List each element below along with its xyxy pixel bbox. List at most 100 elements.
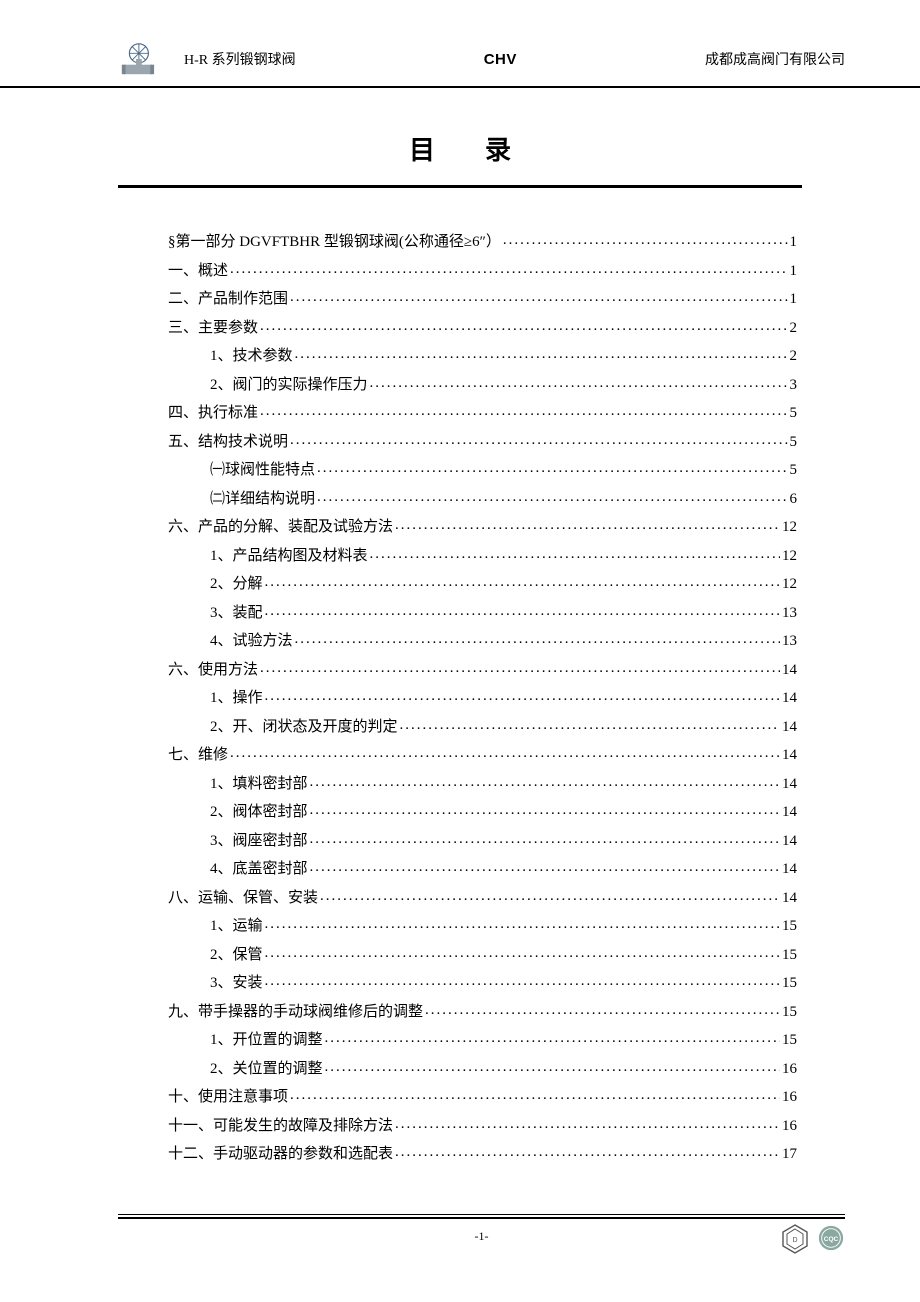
toc-page-number: 1 bbox=[790, 285, 798, 314]
svg-text:CQC: CQC bbox=[824, 1236, 839, 1243]
toc-leader-dots bbox=[310, 768, 780, 797]
toc-leader-dots bbox=[295, 340, 788, 369]
toc-label: 九、带手操器的手动球阀维修后的调整 bbox=[168, 998, 423, 1027]
toc-label: 六、产品的分解、装配及试验方法 bbox=[168, 513, 393, 542]
toc-label: 十、使用注意事项 bbox=[168, 1083, 288, 1112]
toc-entry: 3、安装15 bbox=[210, 969, 797, 998]
toc-entry: 八、运输、保管、安装 14 bbox=[168, 884, 797, 913]
toc-label: 2、阀门的实际操作压力 bbox=[210, 371, 368, 400]
toc-leader-dots bbox=[425, 996, 780, 1025]
toc-page-number: 15 bbox=[782, 1026, 797, 1055]
toc-label: 3、阀座密封部 bbox=[210, 827, 308, 856]
toc-page-number: 1 bbox=[790, 228, 798, 257]
toc-label: 六、使用方法 bbox=[168, 656, 258, 685]
toc-label: 2、阀体密封部 bbox=[210, 798, 308, 827]
toc-label: 1、运输 bbox=[210, 912, 263, 941]
toc-label: 一、概述 bbox=[168, 257, 228, 286]
toc-entry: 4、试验方法13 bbox=[210, 627, 797, 656]
toc-label: 1、开位置的调整 bbox=[210, 1026, 323, 1055]
toc-page-number: 5 bbox=[790, 456, 798, 485]
toc-label: 1、操作 bbox=[210, 684, 263, 713]
toc-page-number: 15 bbox=[782, 998, 797, 1027]
toc-page-number: 16 bbox=[782, 1112, 797, 1141]
toc-page-number: 12 bbox=[782, 570, 797, 599]
toc-label: 十一、可能发生的故障及排除方法 bbox=[168, 1112, 393, 1141]
toc-entry: 九、带手操器的手动球阀维修后的调整 15 bbox=[168, 998, 797, 1027]
toc-page-number: 13 bbox=[782, 627, 797, 656]
toc-page-number: 15 bbox=[782, 941, 797, 970]
toc-entry: §第一部分 DGVFTBHR 型锻钢球阀(公称通径≥6″）1 bbox=[168, 228, 797, 257]
toc-page-number: 2 bbox=[790, 342, 798, 371]
brand-name: CHV bbox=[484, 51, 517, 68]
toc-entry: ㈡详细结构说明6 bbox=[210, 485, 797, 514]
toc-label: 2、关位置的调整 bbox=[210, 1055, 323, 1084]
toc-page-number: 17 bbox=[782, 1140, 797, 1169]
toc-leader-dots bbox=[290, 283, 787, 312]
toc-leader-dots bbox=[230, 739, 780, 768]
toc-label: 三、主要参数 bbox=[168, 314, 258, 343]
table-of-contents: §第一部分 DGVFTBHR 型锻钢球阀(公称通径≥6″）1一、概述 1 二、产品制… bbox=[0, 188, 920, 1169]
toc-entry: 1、产品结构图及材料表12 bbox=[210, 542, 797, 571]
toc-leader-dots bbox=[503, 226, 788, 255]
page-header: H-R 系列锻钢球阀 CHV 成都成高阀门有限公司 bbox=[0, 0, 920, 88]
svg-text:D: D bbox=[792, 1237, 797, 1244]
toc-label: 八、运输、保管、安装 bbox=[168, 884, 318, 913]
toc-page-number: 14 bbox=[782, 713, 797, 742]
toc-label: 七、维修 bbox=[168, 741, 228, 770]
toc-entry: 2、分解 12 bbox=[210, 570, 797, 599]
toc-leader-dots bbox=[395, 511, 780, 540]
header-rule bbox=[118, 87, 845, 88]
toc-page-number: 14 bbox=[782, 656, 797, 685]
toc-leader-dots bbox=[310, 853, 780, 882]
toc-entry: 七、维修 14 bbox=[168, 741, 797, 770]
toc-leader-dots bbox=[260, 654, 780, 683]
toc-page-number: 15 bbox=[782, 969, 797, 998]
toc-label: 3、装配 bbox=[210, 599, 263, 628]
toc-entry: 一、概述 1 bbox=[168, 257, 797, 286]
toc-page-number: 14 bbox=[782, 884, 797, 913]
company-name: 成都成高阀门有限公司 bbox=[705, 49, 845, 69]
toc-entry: 1、技术参数 2 bbox=[210, 342, 797, 371]
toc-page-number: 14 bbox=[782, 741, 797, 770]
valve-handwheel-icon bbox=[118, 40, 156, 78]
toc-page-number: 12 bbox=[782, 542, 797, 571]
toc-leader-dots bbox=[310, 825, 780, 854]
toc-leader-dots bbox=[265, 568, 780, 597]
cqc-cert-icon: CQC bbox=[817, 1224, 845, 1254]
toc-page-number: 1 bbox=[790, 257, 798, 286]
toc-page-number: 5 bbox=[790, 399, 798, 428]
toc-leader-dots bbox=[370, 369, 788, 398]
toc-leader-dots bbox=[265, 967, 780, 996]
toc-leader-dots bbox=[290, 1081, 780, 1110]
toc-page-number: 15 bbox=[782, 912, 797, 941]
toc-entry: ㈠球阀性能特点 5 bbox=[210, 456, 797, 485]
toc-entry: 4、底盖密封部14 bbox=[210, 855, 797, 884]
page-title: 目录 bbox=[50, 130, 920, 167]
toc-label: 五、结构技术说明 bbox=[168, 428, 288, 457]
toc-leader-dots bbox=[265, 597, 780, 626]
toc-page-number: 2 bbox=[790, 314, 798, 343]
toc-entry: 1、填料密封部14 bbox=[210, 770, 797, 799]
toc-label: 二、产品制作范围 bbox=[168, 285, 288, 314]
toc-label: 2、分解 bbox=[210, 570, 263, 599]
toc-entry: 1、开位置的调整 15 bbox=[210, 1026, 797, 1055]
toc-label: 1、技术参数 bbox=[210, 342, 293, 371]
toc-label: 4、底盖密封部 bbox=[210, 855, 308, 884]
toc-page-number: 3 bbox=[790, 371, 798, 400]
dnv-cert-icon: D bbox=[781, 1224, 809, 1254]
footer-rule-thick: -1- bbox=[118, 1217, 845, 1244]
toc-page-number: 5 bbox=[790, 428, 798, 457]
toc-leader-dots bbox=[400, 711, 780, 740]
toc-leader-dots bbox=[310, 796, 780, 825]
toc-page-number: 14 bbox=[782, 684, 797, 713]
toc-leader-dots bbox=[290, 426, 787, 455]
toc-entry: 六、使用方法 14 bbox=[168, 656, 797, 685]
toc-label: ㈠球阀性能特点 bbox=[210, 456, 315, 485]
toc-page-number: 14 bbox=[782, 770, 797, 799]
toc-leader-dots bbox=[265, 939, 780, 968]
toc-label: ㈡详细结构说明 bbox=[210, 485, 315, 514]
toc-leader-dots bbox=[230, 255, 787, 284]
toc-leader-dots bbox=[325, 1053, 780, 1082]
header-left: H-R 系列锻钢球阀 bbox=[118, 40, 296, 78]
toc-entry: 2、保管15 bbox=[210, 941, 797, 970]
